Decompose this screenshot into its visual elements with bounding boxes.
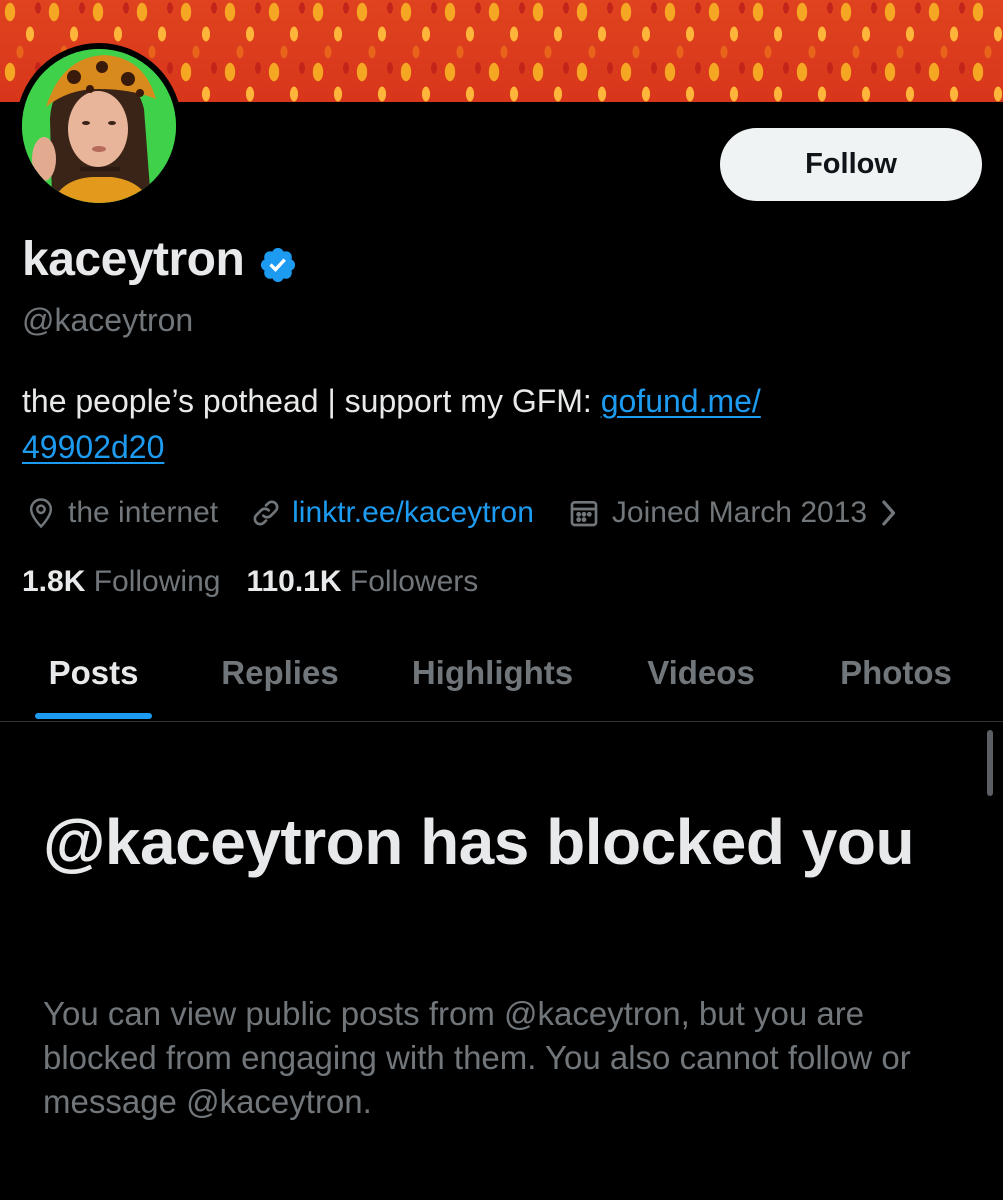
- followers-label: Followers: [349, 565, 479, 598]
- following-label: Following: [93, 565, 221, 598]
- chevron-right-icon: [877, 498, 899, 528]
- display-name: kaceytron: [22, 233, 245, 286]
- avatar-image: [22, 49, 176, 203]
- followers-count: 110.1K: [246, 565, 342, 598]
- following-stat[interactable]: 1.8K Following: [22, 565, 220, 599]
- followers-stat[interactable]: 110.1K Followers: [246, 565, 478, 599]
- tab-videos[interactable]: Videos: [632, 625, 770, 721]
- handle: @kaceytron: [22, 302, 194, 338]
- profile-tabs: Posts Replies Highlights Videos Photos: [0, 625, 1003, 722]
- joined-date[interactable]: Joined March 2013: [568, 496, 899, 530]
- joined-text: Joined March 2013: [611, 496, 868, 529]
- website-link[interactable]: linktr.ee/kaceytron: [292, 496, 534, 530]
- follow-stats: 1.8K Following 110.1K Followers: [22, 562, 478, 602]
- tab-replies[interactable]: Replies: [210, 625, 350, 721]
- location-text: the internet: [68, 496, 219, 529]
- verified-badge-icon[interactable]: [258, 240, 298, 283]
- profile-page: Follow kaceytron @kaceytron the people’s…: [0, 0, 1003, 1200]
- profile-meta: the internet linktr.ee/kaceytron Joined …: [22, 493, 899, 533]
- location: the internet: [22, 496, 218, 530]
- avatar[interactable]: [16, 43, 182, 209]
- following-count: 1.8K: [22, 565, 86, 598]
- tab-posts[interactable]: Posts: [35, 625, 152, 721]
- display-name-row: kaceytron: [22, 230, 298, 290]
- bio-text: the people’s pothead | support my GFM:: [22, 383, 601, 419]
- website[interactable]: linktr.ee/kaceytron: [250, 496, 534, 530]
- bio: the people’s pothead | support my GFM: g…: [22, 378, 962, 470]
- blocked-description: You can view public posts from @kaceytro…: [43, 995, 911, 1120]
- link-icon: [250, 497, 282, 529]
- blocked-title: @kaceytron has blocked you: [43, 806, 915, 878]
- active-tab-indicator: [35, 713, 152, 719]
- location-pin-icon: [26, 497, 56, 529]
- calendar-icon: [568, 497, 600, 529]
- follow-button[interactable]: Follow: [720, 128, 982, 201]
- tab-highlights[interactable]: Highlights: [395, 625, 590, 721]
- scrollbar[interactable]: [987, 730, 993, 796]
- tab-photos[interactable]: Photos: [826, 625, 966, 721]
